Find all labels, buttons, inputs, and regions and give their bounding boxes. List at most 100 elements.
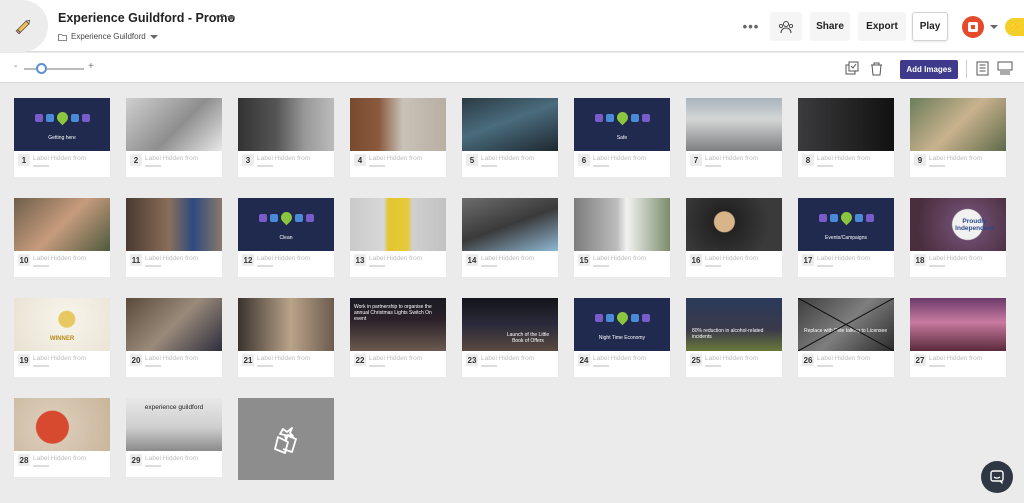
slide-label[interactable]: Label Hidden from [257,155,310,162]
play-button[interactable]: Play [912,12,948,41]
slide-card[interactable]: 7 Label Hidden from [686,98,782,177]
chevron-down-icon[interactable] [990,25,998,29]
slide-thumbnail[interactable]: Getting here [14,98,110,151]
slide-thumbnail[interactable] [798,98,894,151]
slide-card[interactable]: Events/Campaigns 17 Label Hidden from [798,198,894,277]
slide-card[interactable]: Proudly Independent 18 Label Hidden from [910,198,1006,277]
slide-thumbnail[interactable]: 80% reduction in alcohol-related inciden… [686,298,782,351]
zoom-slider-track[interactable] [24,68,84,70]
slide-label[interactable]: Label Hidden from [929,355,982,362]
slide-thumbnail[interactable] [686,198,782,251]
add-slide-placeholder[interactable] [238,398,334,480]
slide-label[interactable]: Label Hidden from [33,255,86,262]
slide-card[interactable]: 2 Label Hidden from [126,98,222,177]
slide-card[interactable]: WINNER 19 Label Hidden from [14,298,110,377]
slide-thumbnail[interactable] [14,198,110,251]
notes-icon[interactable] [974,60,991,77]
slide-thumbnail[interactable]: Night Time Economy [574,298,670,351]
slide-label[interactable]: Label Hidden from [705,255,758,262]
home-tab[interactable] [0,0,48,52]
slide-card[interactable]: 13 Label Hidden from [350,198,446,277]
slide-label[interactable]: Label Hidden from [593,255,646,262]
slide-thumbnail[interactable] [238,298,334,351]
slide-card[interactable]: 14 Label Hidden from [462,198,558,277]
slide-label[interactable]: Label Hidden from [481,355,534,362]
slide-card[interactable]: 10 Label Hidden from [14,198,110,277]
slide-thumbnail[interactable]: Safe [574,98,670,151]
slide-label[interactable]: Label Hidden from [145,155,198,162]
slide-thumbnail[interactable] [462,98,558,151]
user-avatar[interactable] [962,16,984,38]
slide-card[interactable]: 16 Label Hidden from [686,198,782,277]
add-images-button[interactable]: Add Images [900,60,958,79]
slide-thumbnail[interactable]: Proudly Independent [910,198,1006,251]
export-button[interactable]: Export [858,12,906,41]
slide-label[interactable]: Label Hidden from [593,355,646,362]
trash-icon[interactable] [868,60,885,77]
slide-thumbnail[interactable]: Work in partnership to organise the annu… [350,298,446,351]
slide-label[interactable]: Label Hidden from [593,155,646,162]
slide-card[interactable]: 11 Label Hidden from [126,198,222,277]
presentation-title[interactable]: Experience Guildford - Promo [58,11,235,25]
slide-label[interactable]: Label Hidden from [817,255,870,262]
slide-card[interactable]: 80% reduction in alcohol-related inciden… [686,298,782,377]
present-icon[interactable] [996,60,1013,77]
slide-thumbnail[interactable]: experience guildford [126,398,222,451]
slide-card[interactable]: 15 Label Hidden from [574,198,670,277]
slide-label[interactable]: Label Hidden from [817,155,870,162]
slide-card[interactable]: 27 Label Hidden from [910,298,1006,377]
slide-card[interactable]: 21 Label Hidden from [238,298,334,377]
more-options-button[interactable]: ••• [742,12,760,41]
slide-label[interactable]: Label Hidden from [481,255,534,262]
slide-card[interactable]: 4 Label Hidden from [350,98,446,177]
slide-thumbnail[interactable] [350,98,446,151]
version-selector[interactable]: v2 [216,13,236,22]
slide-label[interactable]: Label Hidden from [33,455,86,462]
slide-thumbnail[interactable] [14,398,110,451]
slide-label[interactable]: Label Hidden from [257,255,310,262]
slide-label[interactable]: Label Hidden from [257,355,310,362]
slide-card[interactable]: 9 Label Hidden from [910,98,1006,177]
slide-thumbnail[interactable] [350,198,446,251]
slide-thumbnail[interactable] [126,98,222,151]
slide-card[interactable]: 5 Label Hidden from [462,98,558,177]
slide-thumbnail[interactable] [126,198,222,251]
slide-card[interactable]: Getting here 1 Label Hidden from [14,98,110,177]
slide-thumbnail[interactable]: Events/Campaigns [798,198,894,251]
slide-thumbnail[interactable] [686,98,782,151]
share-button[interactable]: Share [810,12,850,41]
slide-card[interactable]: Launch of the Little Book of Offers 23 Lab… [462,298,558,377]
folder-selector[interactable]: Experience Guildford [58,32,158,41]
chat-button[interactable] [981,461,1013,493]
zoom-slider-handle[interactable] [36,63,47,74]
slide-label[interactable]: Label Hidden from [929,255,982,262]
slide-label[interactable]: Label Hidden from [817,355,870,362]
slide-label[interactable]: Label Hidden from [481,155,534,162]
slide-label[interactable]: Label Hidden from [369,255,422,262]
collaborators-button[interactable] [770,12,802,41]
slide-thumbnail[interactable]: WINNER [14,298,110,351]
slide-card[interactable]: 20 Label Hidden from [126,298,222,377]
bolt-icon[interactable]: ⚡ [1005,18,1024,36]
slide-card[interactable]: 8 Label Hidden from [798,98,894,177]
slide-label[interactable]: Label Hidden from [33,355,86,362]
slide-thumbnail[interactable]: Launch of the Little Book of Offers [462,298,558,351]
slide-card[interactable]: 3 Label Hidden from [238,98,334,177]
slide-thumbnail[interactable] [910,98,1006,151]
zoom-out-button[interactable]: - [14,61,17,72]
slide-thumbnail[interactable] [126,298,222,351]
slide-thumbnail[interactable]: Clean [238,198,334,251]
slide-thumbnail[interactable] [462,198,558,251]
slide-label[interactable]: Label Hidden from [929,155,982,162]
slide-thumbnail[interactable] [238,98,334,151]
slide-label[interactable]: Label Hidden from [705,155,758,162]
slide-label[interactable]: Label Hidden from [145,255,198,262]
slide-card[interactable]: 28 Label Hidden from [14,398,110,477]
slide-card[interactable]: Safe 6 Label Hidden from [574,98,670,177]
slide-card[interactable]: Night Time Economy 24 Label Hidden from [574,298,670,377]
slide-thumbnail[interactable]: Replace with Pete talking to Licensee [798,298,894,351]
slide-label[interactable]: Label Hidden from [369,155,422,162]
slide-label[interactable]: Label Hidden from [705,355,758,362]
zoom-in-button[interactable]: + [88,61,94,72]
slide-label[interactable]: Label Hidden from [145,355,198,362]
